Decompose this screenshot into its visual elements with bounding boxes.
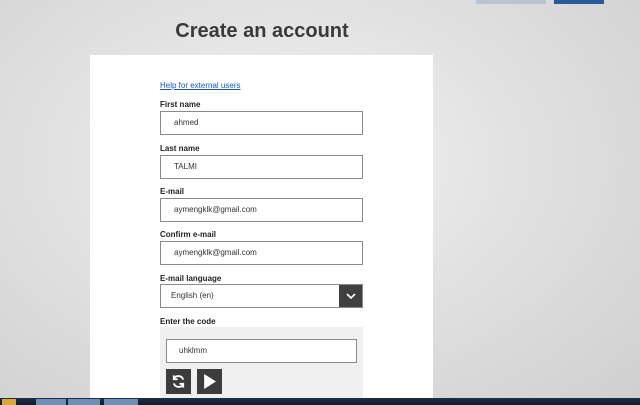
captcha-panel: uhklmm — [160, 327, 363, 405]
captcha-label: Enter the code — [160, 317, 216, 326]
captcha-input[interactable]: uhklmm — [166, 339, 357, 363]
refresh-captcha-button[interactable] — [166, 369, 191, 394]
first-name-field[interactable]: ahmed — [160, 111, 363, 135]
top-nav-button-2[interactable] — [554, 0, 604, 4]
page-title: Create an account — [175, 20, 349, 42]
email-language-value: English (en) — [171, 291, 214, 300]
taskbar-item-3[interactable] — [104, 399, 138, 405]
taskbar-item-1[interactable] — [36, 399, 66, 405]
play-audio-captcha-button[interactable] — [197, 369, 222, 394]
last-name-field[interactable]: TALMI — [160, 155, 363, 179]
email-language-label: E-mail language — [160, 274, 222, 283]
taskbar — [0, 398, 640, 405]
chevron-down-icon[interactable] — [339, 285, 362, 307]
email-field[interactable]: aymengklk@gmail.com — [160, 198, 363, 222]
registration-card: Help for external users First name ahmed… — [90, 55, 433, 405]
email-language-select[interactable]: English (en) — [160, 284, 363, 308]
first-name-label: First name — [160, 100, 201, 109]
top-nav-button-1[interactable] — [476, 0, 546, 4]
confirm-email-label: Confirm e-mail — [160, 230, 217, 239]
taskbar-item-2[interactable] — [68, 399, 100, 405]
refresh-icon — [172, 375, 185, 388]
start-button[interactable] — [2, 399, 16, 405]
email-label: E-mail — [160, 187, 185, 196]
play-icon — [204, 374, 216, 389]
confirm-email-field[interactable]: aymengklk@gmail.com — [160, 241, 363, 265]
last-name-label: Last name — [160, 144, 200, 153]
help-external-users-link[interactable]: Help for external users — [160, 81, 240, 90]
